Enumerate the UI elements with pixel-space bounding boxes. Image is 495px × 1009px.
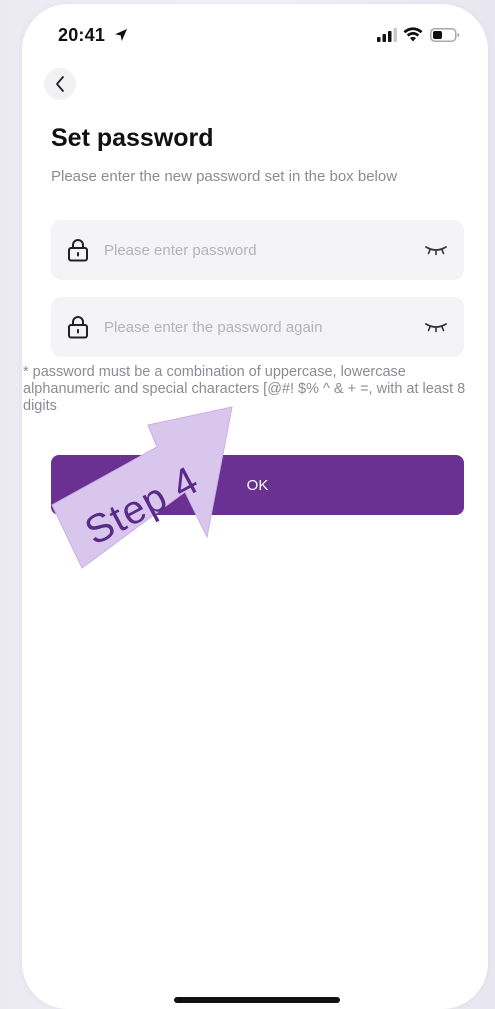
page-subtitle: Please enter the new password set in the… xyxy=(51,168,398,185)
password-field[interactable] xyxy=(51,220,464,280)
location-arrow-icon xyxy=(115,29,127,41)
eye-closed-icon[interactable] xyxy=(424,320,448,334)
screen: 20:41 Set password Please enter the new … xyxy=(0,0,495,1009)
wifi-icon xyxy=(403,27,423,42)
confirm-password-field[interactable] xyxy=(51,297,464,357)
home-indicator[interactable] xyxy=(174,997,340,1003)
battery-icon xyxy=(430,28,460,42)
status-bar: 20:41 xyxy=(22,4,488,64)
password-requirements-hint: * password must be a combination of uppe… xyxy=(23,364,466,414)
chevron-left-icon xyxy=(56,76,64,92)
lock-icon xyxy=(68,239,88,262)
confirm-password-input[interactable] xyxy=(104,297,404,357)
eye-closed-icon[interactable] xyxy=(424,243,448,257)
status-time: 20:41 xyxy=(58,25,106,45)
password-input[interactable] xyxy=(104,220,404,280)
lock-icon xyxy=(68,316,88,339)
page-title: Set password xyxy=(51,124,214,152)
phone-frame: 20:41 Set password Please enter the new … xyxy=(22,4,488,1009)
cellular-signal-icon xyxy=(377,28,397,42)
back-button[interactable] xyxy=(44,68,76,100)
ok-button[interactable]: OK xyxy=(51,455,464,515)
